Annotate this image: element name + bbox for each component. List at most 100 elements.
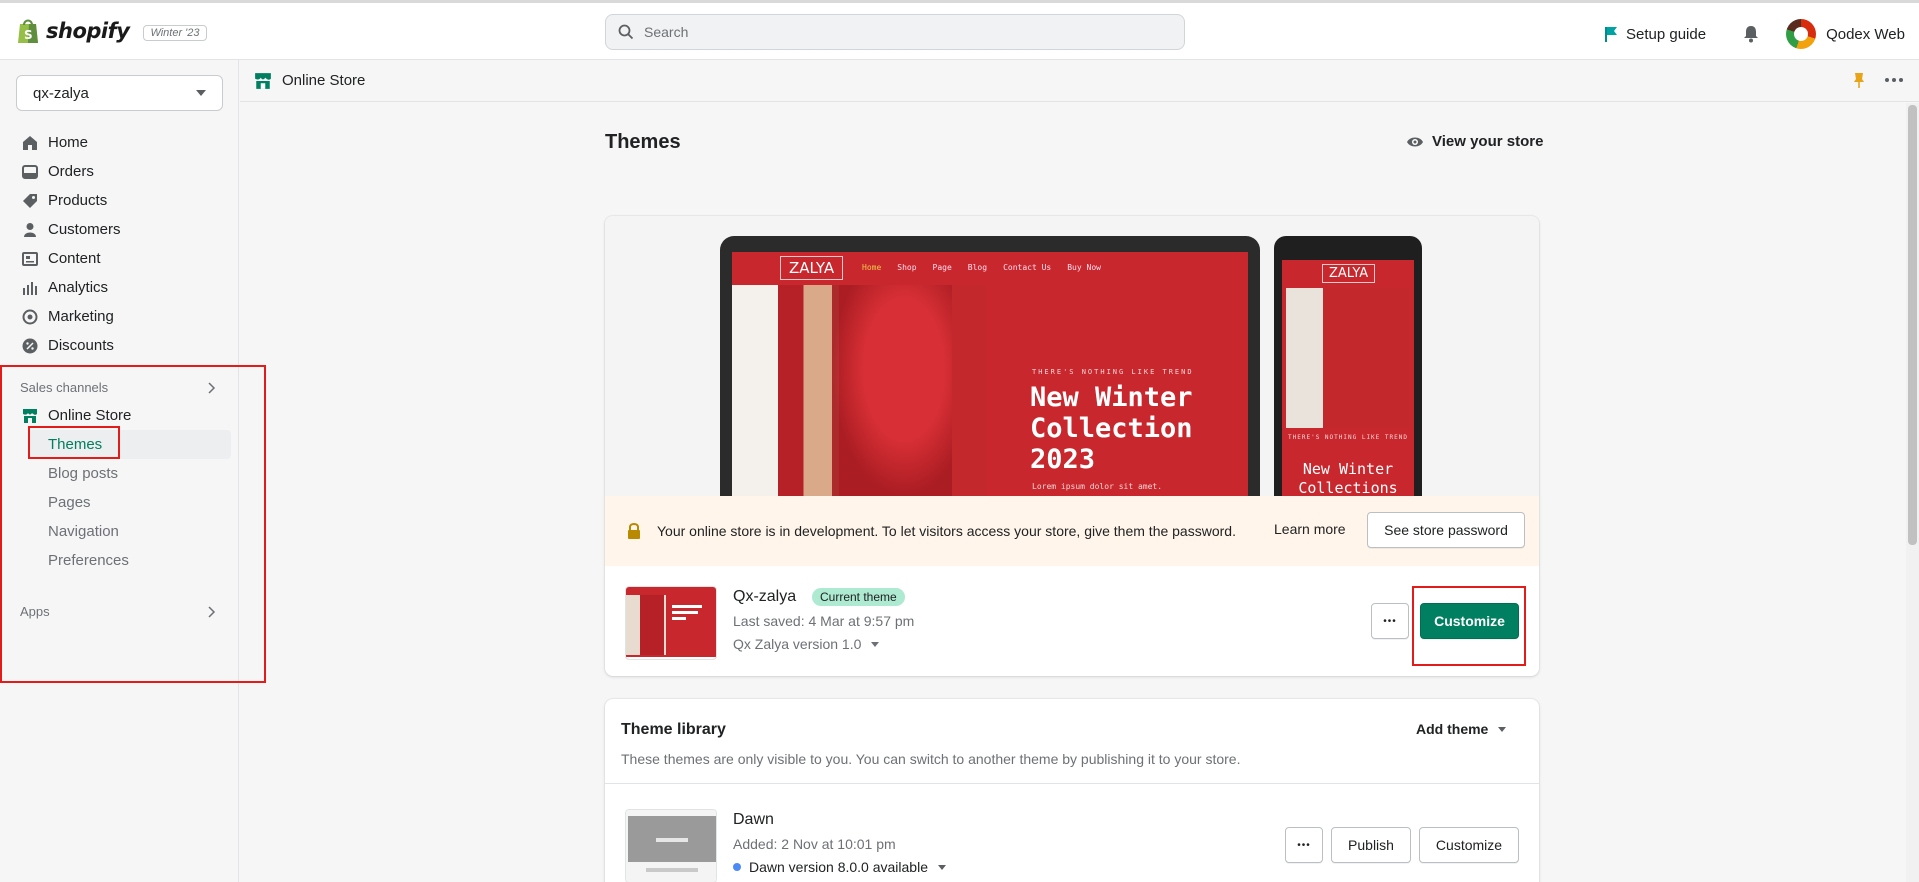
theme-version-dropdown[interactable]: Dawn version 8.0.0 available bbox=[733, 859, 946, 875]
sidebar-item-label: Home bbox=[48, 134, 89, 151]
bar-chart-icon bbox=[23, 281, 37, 295]
eye-icon bbox=[1407, 137, 1423, 146]
caret-down-icon bbox=[871, 641, 880, 647]
preview-nav-link: Shop bbox=[897, 263, 917, 272]
more-actions-button[interactable]: ••• bbox=[1285, 827, 1323, 863]
library-theme-name: Dawn bbox=[733, 811, 774, 828]
sidebar-item-navigation[interactable]: Navigation bbox=[0, 517, 239, 546]
sales-channels-label: Sales channels bbox=[20, 380, 109, 395]
current-theme-badge: Current theme bbox=[812, 588, 905, 606]
laptop-preview: ZALYA Home Shop Page Blog Contact Us Buy… bbox=[720, 236, 1260, 496]
sidebar-item-orders[interactable]: Orders bbox=[0, 157, 239, 186]
store-icon bbox=[255, 72, 271, 89]
edition-badge: Winter '23 bbox=[143, 24, 207, 41]
sidebar: qx-zalya Home Orders Products Customers … bbox=[0, 60, 239, 882]
sidebar-item-blog-posts[interactable]: Blog posts bbox=[0, 459, 239, 488]
sales-channels-header[interactable]: Sales channels bbox=[20, 380, 216, 395]
preview-nav-link: Home bbox=[862, 263, 882, 272]
store-icon bbox=[23, 408, 37, 423]
context-title: Online Store bbox=[282, 72, 366, 89]
preview-nav: Home Shop Page Blog Contact Us Buy Now bbox=[862, 263, 1101, 272]
last-saved: Last saved: 4 Mar at 9:57 pm bbox=[733, 613, 915, 629]
theme-library-card: Theme library Add theme These themes are… bbox=[605, 699, 1539, 882]
preview-logo: ZALYA bbox=[1322, 264, 1376, 283]
search-input[interactable]: Search bbox=[605, 14, 1185, 50]
shopify-logo[interactable]: S shopify Winter '23 bbox=[16, 17, 207, 45]
preview-logo: ZALYA bbox=[780, 256, 844, 280]
sidebar-item-label: Discounts bbox=[48, 337, 114, 354]
preview-headline-line: New Winter bbox=[1302, 460, 1394, 478]
sidebar-item-products[interactable]: Products bbox=[0, 186, 239, 215]
preview-headline-line: New Winter bbox=[1030, 382, 1193, 413]
see-store-password-button[interactable]: See store password bbox=[1367, 512, 1525, 548]
top-bar: S shopify Winter '23 Search Setup guide … bbox=[0, 0, 1919, 60]
preview-nav-link: Buy Now bbox=[1067, 263, 1101, 272]
brand-name: shopify bbox=[46, 19, 130, 43]
lock-icon bbox=[628, 523, 640, 539]
dev-store-banner: Your online store is in development. To … bbox=[605, 496, 1539, 566]
theme-version: Qx Zalya version 1.0 bbox=[733, 636, 862, 652]
store-name: qx-zalya bbox=[33, 84, 89, 102]
sidebar-item-analytics[interactable]: Analytics bbox=[0, 273, 239, 302]
preview-hero-image bbox=[1286, 288, 1410, 428]
banner-text: Your online store is in development. To … bbox=[657, 523, 1236, 539]
publish-button[interactable]: Publish bbox=[1331, 827, 1411, 863]
sidebar-item-themes[interactable]: Themes bbox=[28, 430, 231, 459]
theme-library-description: These themes are only visible to you. Yo… bbox=[621, 751, 1241, 767]
orders-icon bbox=[22, 164, 38, 179]
sidebar-item-label: Online Store bbox=[48, 407, 132, 424]
store-selector[interactable]: qx-zalya bbox=[16, 75, 223, 111]
more-actions-button[interactable]: ••• bbox=[1371, 603, 1409, 639]
avatar bbox=[1786, 19, 1817, 49]
setup-guide-label: Setup guide bbox=[1625, 25, 1707, 43]
theme-version: Dawn version 8.0.0 available bbox=[749, 859, 928, 875]
update-available-dot bbox=[733, 863, 741, 871]
caret-down-icon bbox=[1498, 726, 1507, 732]
home-icon bbox=[23, 135, 37, 150]
preview-subheading: THERE'S NOTHING LIKE TREND bbox=[1032, 368, 1194, 376]
theme-version-dropdown[interactable]: Qx Zalya version 1.0 bbox=[733, 636, 880, 652]
sidebar-item-discounts[interactable]: Discounts bbox=[0, 331, 239, 360]
customize-button[interactable]: Customize bbox=[1419, 827, 1519, 863]
more-options-icon[interactable] bbox=[1885, 78, 1903, 82]
sidebar-item-online-store[interactable]: Online Store bbox=[0, 401, 239, 430]
sidebar-item-content[interactable]: Content bbox=[0, 244, 239, 273]
discount-icon bbox=[22, 338, 38, 353]
preview-subheading: THERE'S NOTHING LIKE TREND bbox=[1288, 434, 1408, 441]
sidebar-item-pages[interactable]: Pages bbox=[0, 488, 239, 517]
phone-screen: ZALYA THERE'S NOTHING LIKE TREND New Win… bbox=[1282, 260, 1414, 496]
sidebar-item-customers[interactable]: Customers bbox=[0, 215, 239, 244]
sidebar-item-label: Analytics bbox=[48, 279, 109, 296]
customize-button[interactable]: Customize bbox=[1420, 603, 1519, 639]
scrollbar[interactable] bbox=[1906, 103, 1919, 882]
sidebar-item-marketing[interactable]: Marketing bbox=[0, 302, 239, 331]
person-icon bbox=[24, 222, 36, 237]
phone-preview: ZALYA THERE'S NOTHING LIKE TREND New Win… bbox=[1274, 236, 1422, 496]
theme-added-date: Added: 2 Nov at 10:01 pm bbox=[733, 836, 896, 852]
caret-down-icon bbox=[196, 90, 206, 96]
page-title: Themes bbox=[605, 131, 681, 153]
current-theme-name: Qx-zalya bbox=[733, 588, 797, 605]
online-store-subnav: Themes Blog posts Pages Navigation Prefe… bbox=[0, 430, 239, 575]
learn-more-link[interactable]: Learn more bbox=[1274, 521, 1346, 537]
preview-nav-link: Page bbox=[932, 263, 952, 272]
scrollbar-thumb[interactable] bbox=[1908, 105, 1917, 545]
preview-hero-image bbox=[732, 285, 987, 496]
sidebar-item-label: Marketing bbox=[48, 308, 114, 325]
sidebar-item-preferences[interactable]: Preferences bbox=[0, 546, 239, 575]
preview-headline: New Winter Collections bbox=[1282, 460, 1414, 496]
add-theme-label: Add theme bbox=[1416, 721, 1489, 737]
bell-icon[interactable] bbox=[1742, 25, 1760, 43]
preview-lorem: Lorem ipsum dolor sit amet. bbox=[1032, 482, 1163, 491]
view-store-link[interactable]: View your store bbox=[1406, 133, 1543, 150]
theme-library-title: Theme library bbox=[621, 721, 726, 738]
setup-guide-link[interactable]: Setup guide bbox=[1604, 26, 1706, 43]
pin-icon[interactable] bbox=[1853, 72, 1865, 88]
sidebar-item-home[interactable]: Home bbox=[0, 128, 239, 157]
user-menu[interactable]: Qodex Web bbox=[1786, 19, 1905, 49]
flag-icon bbox=[1604, 27, 1617, 42]
sidebar-item-label: Products bbox=[48, 192, 108, 209]
caret-down-icon bbox=[938, 864, 946, 870]
add-theme-button[interactable]: Add theme bbox=[1416, 721, 1507, 737]
apps-header[interactable]: Apps bbox=[20, 604, 216, 619]
